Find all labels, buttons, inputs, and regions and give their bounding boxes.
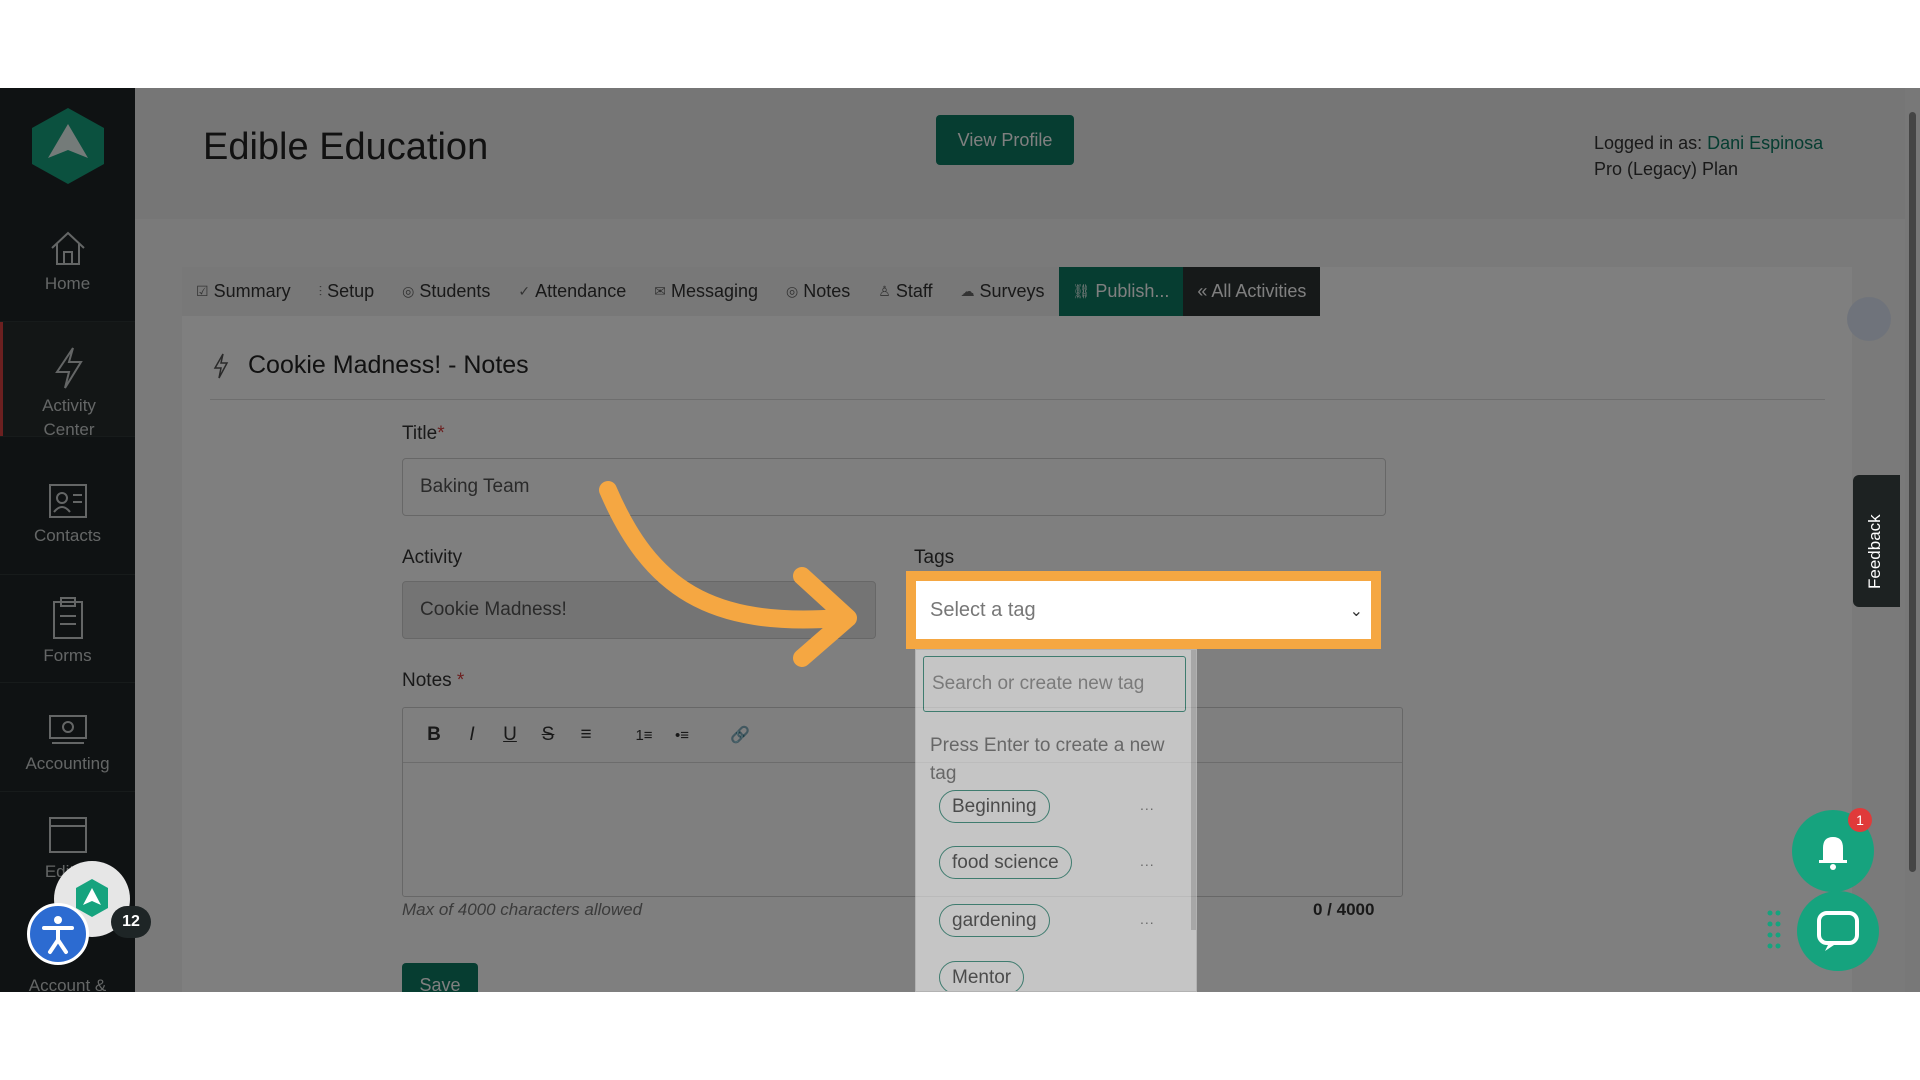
dropdown-scrollbar[interactable] (1191, 650, 1196, 930)
drag-handle-icon[interactable] (1767, 909, 1781, 953)
tag-option[interactable]: Beginning (939, 790, 1050, 823)
tag-search-input[interactable]: Search or create new tag (923, 656, 1186, 712)
accessibility-button[interactable] (27, 903, 89, 965)
notification-count-badge: 1 (1848, 808, 1872, 832)
tag-more-button[interactable]: ... (1140, 853, 1155, 869)
chevron-down-icon: ⌄ (1349, 603, 1363, 620)
accessibility-icon (42, 916, 74, 954)
tag-select-highlight: Select a tag ⌄ (906, 571, 1381, 649)
tag-dropdown: Search or create new tag Press Enter to … (915, 649, 1197, 992)
chat-icon (1817, 911, 1859, 951)
create-tag-hint: Press Enter to create a new tag (930, 735, 1165, 784)
app-frame: Home Activity Center Contacts Forms Acco… (0, 88, 1920, 992)
tag-select-placeholder: Select a tag (930, 598, 1036, 621)
tutorial-arrow-icon (599, 481, 857, 667)
tag-more-button[interactable]: ... (1140, 911, 1155, 927)
feedback-label: Feedback (1865, 514, 1884, 589)
tag-more-button[interactable]: ... (1140, 797, 1155, 813)
tag-option[interactable]: food science (939, 846, 1072, 879)
chat-button[interactable] (1797, 891, 1879, 971)
tag-option[interactable]: gardening (939, 904, 1050, 937)
count-badge: 12 (111, 906, 151, 938)
tag-option[interactable]: Mentor (939, 961, 1025, 991)
tag-select[interactable]: Select a tag ⌄ (916, 581, 1371, 639)
feedback-tab[interactable]: Feedback (1853, 475, 1900, 607)
